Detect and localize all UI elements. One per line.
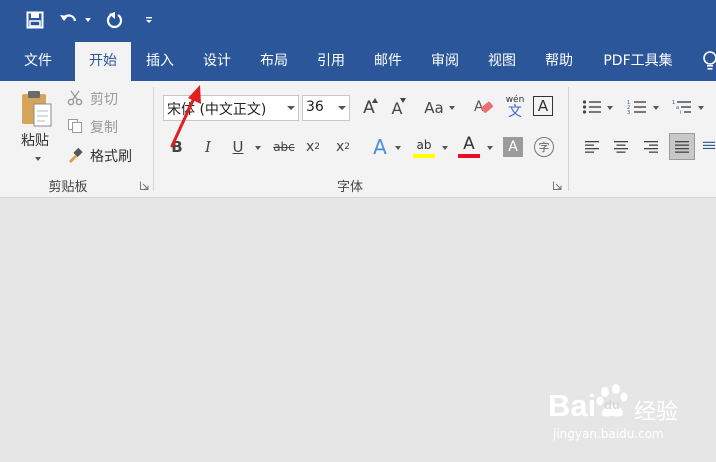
align-center-icon[interactable] — [611, 137, 631, 157]
character-border-button[interactable]: A — [533, 96, 553, 116]
underline-dropdown-icon[interactable] — [255, 146, 261, 150]
red-arrow-annotation — [170, 85, 201, 148]
undo-icon[interactable] — [58, 9, 80, 31]
justify-icon[interactable] — [669, 133, 695, 160]
underline-button[interactable]: U — [228, 136, 248, 158]
text-effects-glyph: A — [373, 135, 387, 159]
align-right-icon[interactable] — [641, 137, 661, 157]
superscript-button[interactable]: x2 — [333, 136, 353, 158]
shrink-font-icon — [400, 98, 406, 103]
subscript-mark: 2 — [314, 142, 321, 152]
multilevel-list-icon[interactable]: 1ai — [670, 96, 694, 118]
tab-review[interactable]: 审阅 — [422, 42, 468, 81]
change-case-button[interactable]: Aa — [421, 96, 447, 120]
subscript-base: x — [305, 139, 315, 155]
enclose-characters-glyph: 字 — [538, 141, 550, 154]
tab-insert[interactable]: 插入 — [137, 42, 183, 81]
svg-text:i: i — [680, 110, 681, 115]
highlight-dropdown-icon[interactable] — [442, 146, 448, 150]
group-separator — [568, 87, 569, 191]
tab-references[interactable]: 引用 — [308, 42, 354, 81]
watermark-brand-cn: 经验 — [634, 400, 679, 425]
strikethrough-button[interactable]: abc — [271, 136, 297, 158]
format-painter-icon[interactable] — [66, 146, 84, 164]
highlight-glyph: ab — [416, 138, 432, 152]
multilevel-list-dropdown-icon[interactable] — [698, 106, 704, 110]
chevron-down-icon — [287, 106, 295, 110]
character-border-glyph: A — [537, 97, 549, 115]
tab-view[interactable]: 视图 — [479, 42, 525, 81]
highlight-button[interactable]: ab — [412, 134, 436, 156]
watermark-brand-a: Bai — [548, 388, 597, 423]
bullets-icon[interactable] — [580, 96, 604, 118]
phonetic-bottom-text: 文 — [508, 104, 522, 120]
tab-pdf-tools[interactable]: PDF工具集 — [594, 42, 682, 81]
cut-label[interactable]: 剪切 — [90, 89, 118, 109]
watermark-brand-b: du — [604, 397, 620, 412]
font-size-value: 36 — [306, 99, 324, 115]
tab-design[interactable]: 设计 — [194, 42, 240, 81]
subscript-button[interactable]: x2 — [303, 136, 323, 158]
font-color-glyph: A — [463, 134, 475, 154]
bullets-dropdown-icon[interactable] — [607, 106, 613, 110]
clipboard-group-label: 剪贴板 — [48, 180, 88, 195]
distributed-align-icon[interactable] — [702, 137, 716, 157]
character-shading-glyph: A — [508, 139, 518, 155]
paste-dropdown-icon[interactable] — [35, 157, 41, 161]
tab-help[interactable]: 帮助 — [536, 42, 582, 81]
superscript-base: x — [335, 139, 345, 155]
strikethrough-glyph: abc — [273, 140, 295, 154]
highlight-color-bar — [413, 154, 435, 158]
font-color-dropdown-icon[interactable] — [487, 146, 493, 150]
watermark-url: jingyan.baidu.com — [553, 427, 664, 441]
copy-label[interactable]: 复制 — [90, 117, 118, 137]
font-group-label: 字体 — [336, 180, 363, 195]
change-case-glyph: Aa — [424, 99, 444, 117]
svg-text:1: 1 — [672, 100, 675, 106]
tab-file[interactable]: 文件 — [11, 42, 65, 81]
group-separator — [153, 87, 154, 191]
svg-text:3: 3 — [627, 110, 630, 115]
font-dialog-launcher-icon[interactable] — [553, 181, 562, 190]
tab-mailings[interactable]: 邮件 — [365, 42, 411, 81]
superscript-mark: 2 — [344, 142, 351, 152]
align-left-icon[interactable] — [582, 137, 602, 157]
character-shading-button[interactable]: A — [503, 137, 523, 157]
font-color-bar — [458, 154, 480, 158]
svg-text:a: a — [676, 105, 679, 111]
save-icon[interactable] — [24, 9, 46, 31]
enclose-characters-button[interactable]: 字 — [534, 137, 554, 157]
paste-label[interactable]: 粘贴 — [21, 130, 49, 150]
grow-font-button[interactable]: A — [358, 96, 380, 120]
font-color-button[interactable]: A — [458, 133, 480, 155]
numbering-dropdown-icon[interactable] — [653, 106, 659, 110]
undo-dropdown-icon[interactable] — [82, 9, 94, 31]
paste-icon[interactable] — [16, 86, 56, 130]
underline-glyph: U — [232, 138, 244, 156]
clear-formatting-icon[interactable]: A — [472, 95, 496, 119]
redo-icon[interactable] — [104, 9, 126, 31]
text-effects-button[interactable]: A — [368, 134, 392, 160]
text-effects-dropdown-icon[interactable] — [395, 146, 401, 150]
cut-icon[interactable] — [66, 89, 84, 107]
tab-layout[interactable]: 布局 — [251, 42, 297, 81]
lightbulb-icon[interactable] — [700, 50, 716, 72]
font-size-combo[interactable]: 36 — [302, 95, 350, 121]
grow-font-icon — [372, 98, 378, 103]
format-painter-label[interactable]: 格式刷 — [90, 146, 132, 166]
shrink-font-button[interactable]: A — [386, 96, 408, 120]
chevron-down-icon — [338, 106, 346, 110]
copy-icon[interactable] — [66, 117, 84, 135]
change-case-dropdown-icon[interactable] — [449, 106, 455, 110]
phonetic-guide-button[interactable]: wén 文 — [503, 94, 527, 122]
customize-qat-icon[interactable] — [140, 9, 158, 31]
numbering-icon[interactable]: 123 — [625, 96, 649, 118]
tab-home[interactable]: 开始 — [75, 42, 131, 81]
clipboard-dialog-launcher-icon[interactable] — [140, 181, 149, 190]
